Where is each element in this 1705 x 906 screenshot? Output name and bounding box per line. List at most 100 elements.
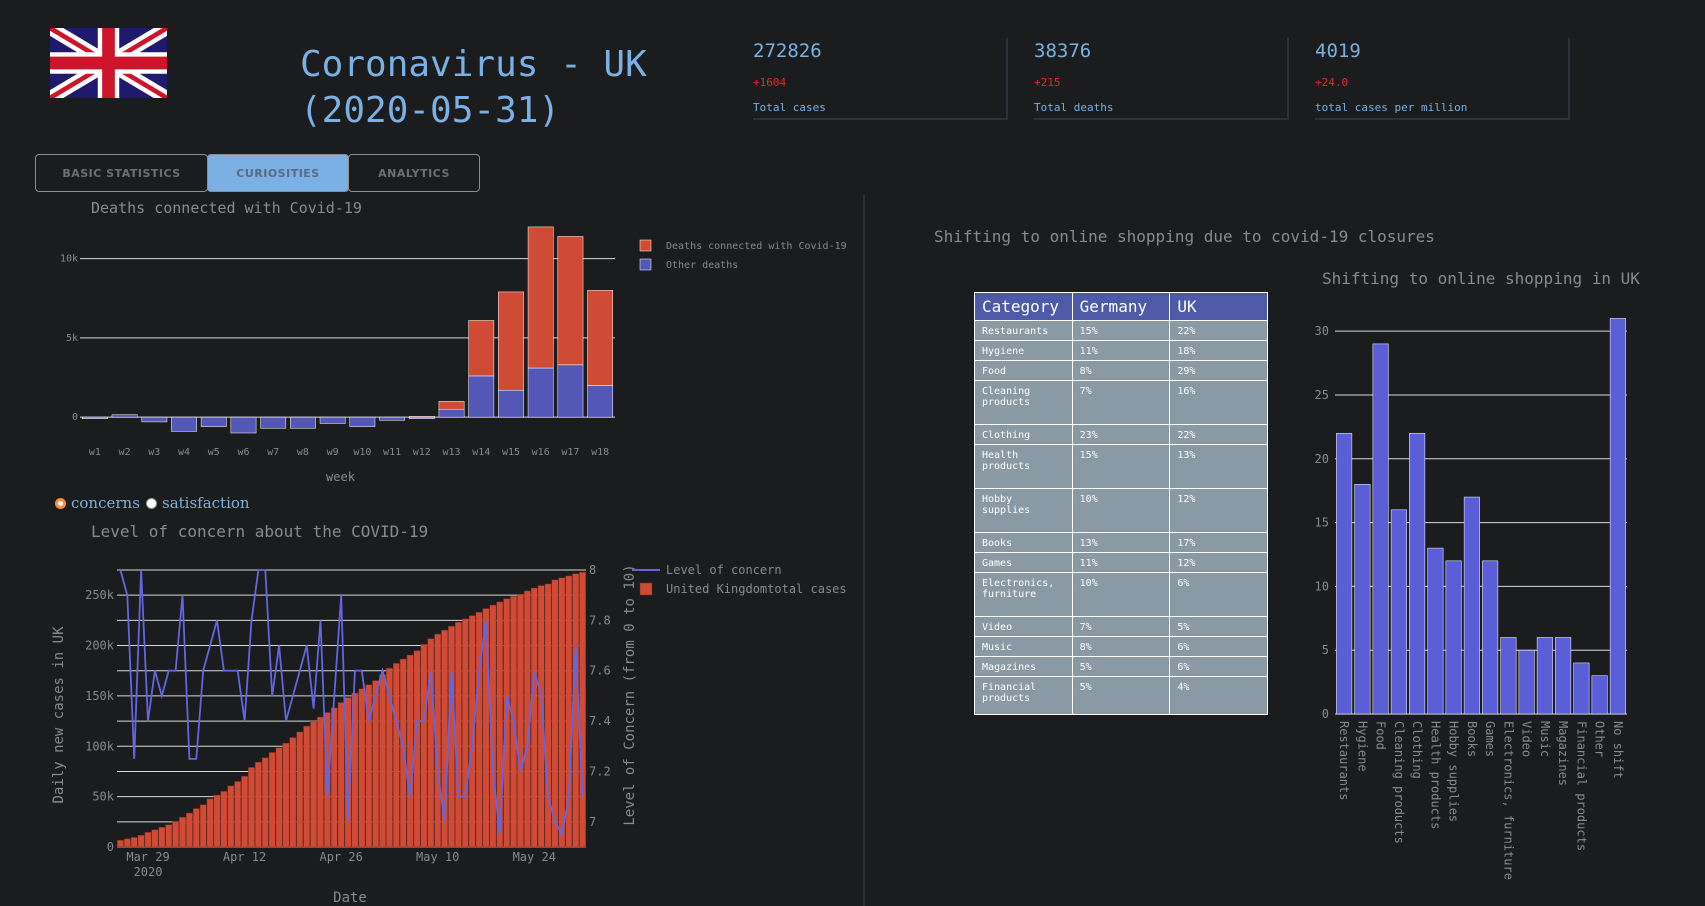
total-cases-bar [158, 827, 166, 848]
y-tick-label: 10 [1315, 579, 1329, 593]
total-cases-bar [241, 776, 248, 848]
table-row: Games 11% 12% [974, 552, 1268, 573]
x-tick-year-label: 2020 [134, 865, 163, 879]
x-tick-label: w12 [413, 447, 431, 458]
total-cases-bar [199, 804, 207, 848]
y2-tick-label: 7.4 [589, 714, 611, 728]
total-cases-bar [358, 688, 366, 848]
page-title-line1: Coronavirus - UK [300, 44, 647, 85]
total-cases-bar [179, 817, 186, 848]
x-tick-label: Financial products [1574, 721, 1588, 851]
uk-cell: 18% [1169, 340, 1268, 361]
column-header-germany: Germany [1071, 292, 1171, 321]
x-tick-label: Clothing [1410, 721, 1424, 779]
uk-cell: 5% [1169, 616, 1268, 637]
total-cases-bar [558, 577, 566, 848]
concerns-radio-label: concerns [71, 494, 140, 512]
concerns-radio[interactable]: concerns [55, 494, 140, 512]
category-cell: Financial products [974, 676, 1073, 715]
germany-cell: 5% [1071, 676, 1171, 715]
table-row: Electronics, furniture 10% 6% [974, 572, 1268, 617]
table-row: Magazines 5% 6% [974, 656, 1268, 677]
radio-dot [146, 497, 157, 509]
x-tick-label: Video [1520, 721, 1534, 757]
uk-cell: 16% [1169, 380, 1268, 425]
y2-tick-label: 7.6 [589, 664, 611, 678]
x-tick-label: w15 [502, 447, 520, 458]
stat-delta: +1604 [753, 76, 787, 89]
x-tick-label: w18 [591, 447, 609, 458]
x-tick-label: Health products [1428, 721, 1442, 829]
y-tick-label: 25 [1315, 388, 1329, 402]
x-tick-label: Restaurants [1337, 721, 1351, 800]
legend-label-cases: United Kingdomtotal cases [666, 582, 847, 596]
shopping-bar [1518, 649, 1535, 715]
tab-basic-statistics[interactable]: BASIC STATISTICS [35, 154, 208, 192]
table-row: Cleaning products 7% 16% [974, 380, 1268, 425]
uk-cell: 22% [1169, 320, 1268, 341]
x-tick-label: May 10 [416, 850, 459, 864]
covid-deaths-bar [587, 290, 614, 386]
total-cases-bar [517, 594, 524, 848]
total-cases-bar [420, 644, 428, 848]
deaths-chart: 0 5k 10k w1 w2 w3 w4 w5 w6 w7 w8 w9 w10 w11 w12 w13 w14 w… [60, 226, 847, 484]
x-tick-label: w1 [89, 447, 101, 458]
x-tick-label: w8 [297, 447, 309, 458]
other-deaths-bar [349, 416, 376, 427]
total-cases-bar [530, 587, 538, 848]
x-tick-label: w16 [532, 447, 550, 458]
total-cases-bar [268, 752, 276, 848]
total-cases-bar [151, 829, 159, 848]
table-row: Financial products 5% 4% [974, 676, 1268, 715]
germany-cell: 11% [1071, 552, 1171, 573]
other-deaths-bar [557, 364, 584, 418]
total-cases-bar [337, 702, 345, 848]
germany-cell: 13% [1071, 532, 1171, 553]
total-cases-bar [296, 731, 304, 848]
shopping-bar [1354, 484, 1371, 715]
other-deaths-bar [141, 416, 168, 423]
y-tick-label: 250k [85, 588, 115, 602]
y2-tick-label: 7.2 [589, 764, 611, 778]
total-cases-bar [117, 840, 124, 848]
legend-label-other: Other deaths [666, 260, 738, 271]
x-tick-label: Mar 29 [126, 850, 169, 864]
category-cell: Music [974, 636, 1073, 657]
total-cases-bar [234, 781, 242, 848]
uk-cell: 13% [1169, 444, 1268, 489]
table-row: Music 8% 6% [974, 636, 1268, 657]
other-deaths-bar [498, 389, 524, 418]
germany-cell: 15% [1071, 444, 1171, 489]
shopping-bar [1573, 662, 1590, 715]
uk-shopping-chart: 0 5 10 15 20 25 30 Restaurants Hygiene Food Cleani… [1315, 318, 1627, 880]
satisfaction-radio-label: satisfaction [162, 494, 250, 512]
shopping-bar [1555, 637, 1572, 715]
other-deaths-bar [111, 414, 138, 418]
stat-label: Total deaths [1034, 101, 1114, 114]
x-tick-label: w9 [327, 447, 339, 458]
total-cases-bar [144, 832, 152, 848]
stat-label: Total cases [753, 101, 826, 114]
y-tick-label: 150k [85, 689, 115, 703]
total-cases-bar [455, 622, 462, 848]
x-tick-label: w3 [148, 447, 160, 458]
column-header-uk: UK [1169, 292, 1268, 321]
x-tick-label: w14 [472, 447, 490, 458]
y-tick-label: 100k [85, 739, 115, 753]
y2-axis-label: Level of Concern (from 0 to 10) [622, 564, 638, 825]
other-deaths-bar [319, 416, 346, 424]
legend-label-covid: Deaths connected with Covid-19 [666, 241, 847, 252]
total-cases-bar [220, 791, 228, 848]
covid-deaths-bar [498, 291, 524, 391]
table-row: Clothing 23% 22% [974, 424, 1268, 445]
satisfaction-radio[interactable]: satisfaction [146, 494, 250, 512]
table-row: Video 7% 5% [974, 616, 1268, 637]
y-tick-label: 15 [1315, 516, 1329, 530]
tab-analytics[interactable]: ANALYTICS [348, 154, 480, 192]
germany-cell: 15% [1071, 320, 1171, 341]
category-cell: Food [974, 360, 1073, 381]
uk-cell: 29% [1169, 360, 1268, 381]
tab-curiosities[interactable]: CURIOSITIES [207, 154, 349, 192]
covid-deaths-bar [408, 416, 435, 418]
total-cases-bar [551, 579, 559, 848]
